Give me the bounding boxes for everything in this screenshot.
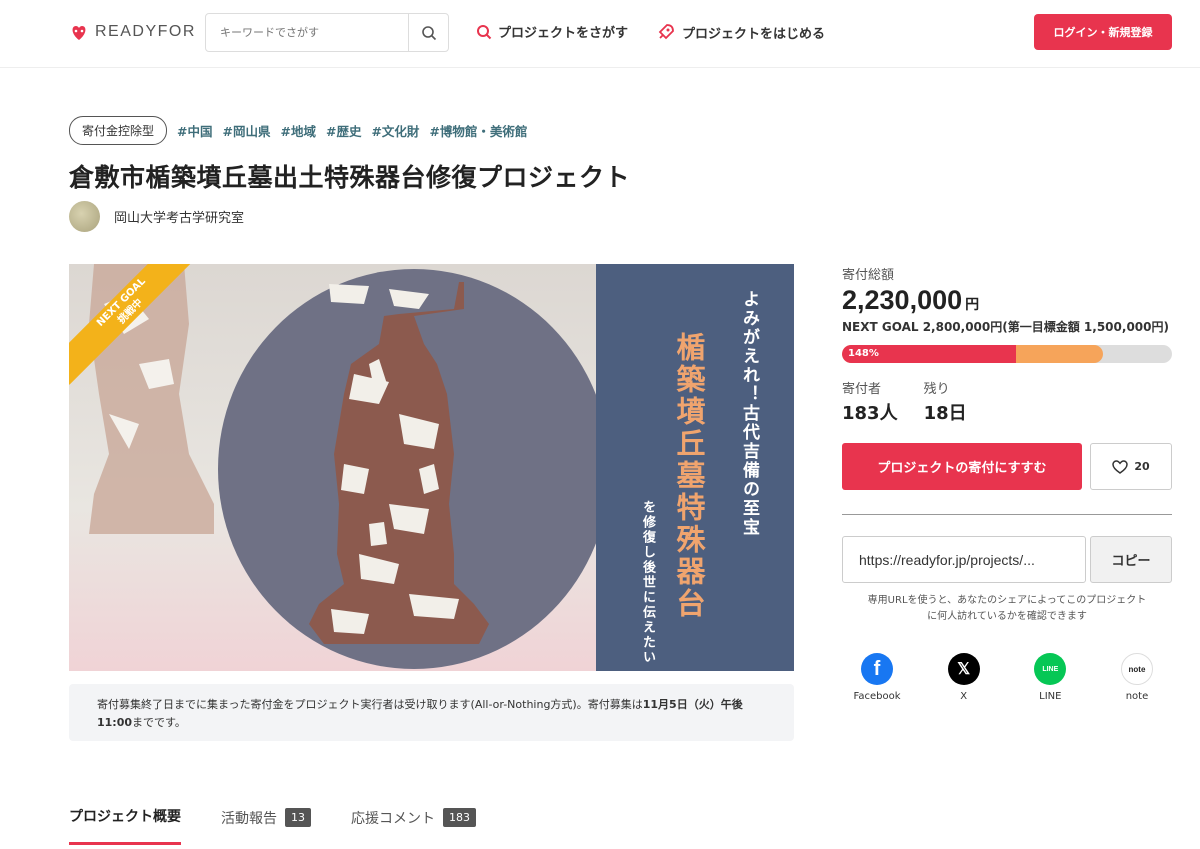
donors-count: 183人 <box>842 403 898 424</box>
project-tags: 寄付金控除型 #中国 #岡山県 #地域 #歴史 #文化財 #博物館・美術館 <box>69 116 527 145</box>
funding-panel: 寄付総額 2,230,000 円 NEXT GOAL 2,800,000円(第一目… <box>842 264 1172 702</box>
tag-link[interactable]: #地域 <box>280 121 315 140</box>
search-input[interactable] <box>206 14 408 51</box>
share-note[interactable]: note note <box>1102 653 1172 702</box>
share-url-note: 専用URLを使うと、あなたのシェアによってこのプロジェクトに何人訪れているかを確… <box>867 595 1147 622</box>
tag-link[interactable]: #博物館・美術館 <box>429 121 527 140</box>
copy-url-button[interactable]: コピー <box>1090 536 1172 583</box>
login-signup-button[interactable]: ログイン・新規登録 <box>1034 14 1172 50</box>
search-icon <box>477 24 492 39</box>
share-facebook[interactable]: f Facebook <box>842 653 912 702</box>
count-badge: 183 <box>443 808 476 827</box>
share-url-field[interactable]: https://readyfor.jp/projects/... <box>842 536 1086 583</box>
rocket-icon <box>658 24 674 40</box>
facebook-icon: f <box>861 653 893 685</box>
tag-link[interactable]: #中国 <box>177 121 212 140</box>
favorite-count: 20 <box>1134 460 1150 473</box>
avatar <box>69 201 100 232</box>
tag-link[interactable]: #文化財 <box>371 121 419 140</box>
project-title: 倉敷市楯築墳丘墓出土特殊器台修復プロジェクト <box>69 163 631 192</box>
funding-rule-notice: 寄付募集終了日までに集まった寄付金をプロジェクト実行者は受け取ります(All-o… <box>69 684 794 741</box>
hero-subtitle: を修復し後世に伝えたい <box>640 500 655 665</box>
nav-find-projects[interactable]: プロジェクトをさがす <box>476 22 628 41</box>
favorite-button[interactable]: 20 <box>1090 443 1172 490</box>
donors-label: 寄付者 <box>842 382 882 397</box>
remaining-days: 18日 <box>923 403 967 424</box>
owner-name: 岡山大学考古学研究室 <box>114 211 245 226</box>
nav-start-project[interactable]: プロジェクトをはじめる <box>656 22 825 42</box>
stats: 寄付者 183人 残り 18日 <box>842 378 1172 425</box>
share-x[interactable]: 𝕏 X <box>929 653 999 702</box>
artifact-illustration <box>89 264 596 669</box>
divider <box>842 514 1172 515</box>
search-box <box>205 13 449 52</box>
x-icon: 𝕏 <box>947 653 980 685</box>
readyfor-logo-icon <box>72 26 86 40</box>
logo-text: READYFOR <box>95 23 196 40</box>
tag-link[interactable]: #歴史 <box>326 121 361 140</box>
readyfor-logo[interactable]: READYFOR <box>69 22 196 42</box>
share-buttons: f Facebook 𝕏 X LINE LINE note note <box>842 653 1172 702</box>
donation-type-badge: 寄付金控除型 <box>69 116 168 145</box>
heart-icon <box>1112 459 1129 474</box>
nav-find-label: プロジェクトをさがす <box>498 26 629 41</box>
progress-bar: 148% <box>842 345 1172 363</box>
next-goal-text: NEXT GOAL 2,800,000円(第一目標金額 1,500,000円) <box>842 320 1169 334</box>
hero-image: NEXT GOAL 挑戦中 よみがえれ！古代吉備の至宝 楯築墳丘墓特殊器台 を修… <box>69 264 794 671</box>
donate-button[interactable]: プロジェクトの寄付にすすむ <box>842 443 1082 490</box>
project-owner[interactable]: 岡山大学考古学研究室 <box>69 201 244 232</box>
note-icon: note <box>1120 653 1153 685</box>
total-label: 寄付総額 <box>842 268 895 283</box>
remaining-label: 残り <box>923 382 950 397</box>
hero-catchphrase: よみがえれ！古代吉備の至宝 <box>739 290 759 537</box>
tab-overview[interactable]: プロジェクト概要 <box>69 806 181 845</box>
share-line[interactable]: LINE LINE <box>1015 653 1085 702</box>
search-button[interactable] <box>408 14 448 51</box>
total-amount: 2,230,000 円 <box>842 285 980 315</box>
tag-link[interactable]: #岡山県 <box>223 121 271 140</box>
line-icon: LINE <box>1034 653 1067 685</box>
tab-support-comments[interactable]: 応援コメント 183 <box>351 806 476 845</box>
progress-fill: 148% <box>842 345 1016 363</box>
site-header: READYFOR プロジェクトをさがす プロジェクトをはじめる ログイン・新規登… <box>0 0 1200 68</box>
hero-main-title: 楯築墳丘墓特殊器台 <box>672 332 706 620</box>
tab-activity-reports[interactable]: 活動報告 13 <box>221 806 311 845</box>
project-tabs: プロジェクト概要 活動報告 13 応援コメント 183 <box>69 806 476 845</box>
search-icon <box>421 25 436 40</box>
hero-text-panel: よみがえれ！古代吉備の至宝 楯築墳丘墓特殊器台 を修復し後世に伝えたい <box>596 264 794 671</box>
nav-start-label: プロジェクトをはじめる <box>682 26 826 42</box>
count-badge: 13 <box>285 808 311 827</box>
